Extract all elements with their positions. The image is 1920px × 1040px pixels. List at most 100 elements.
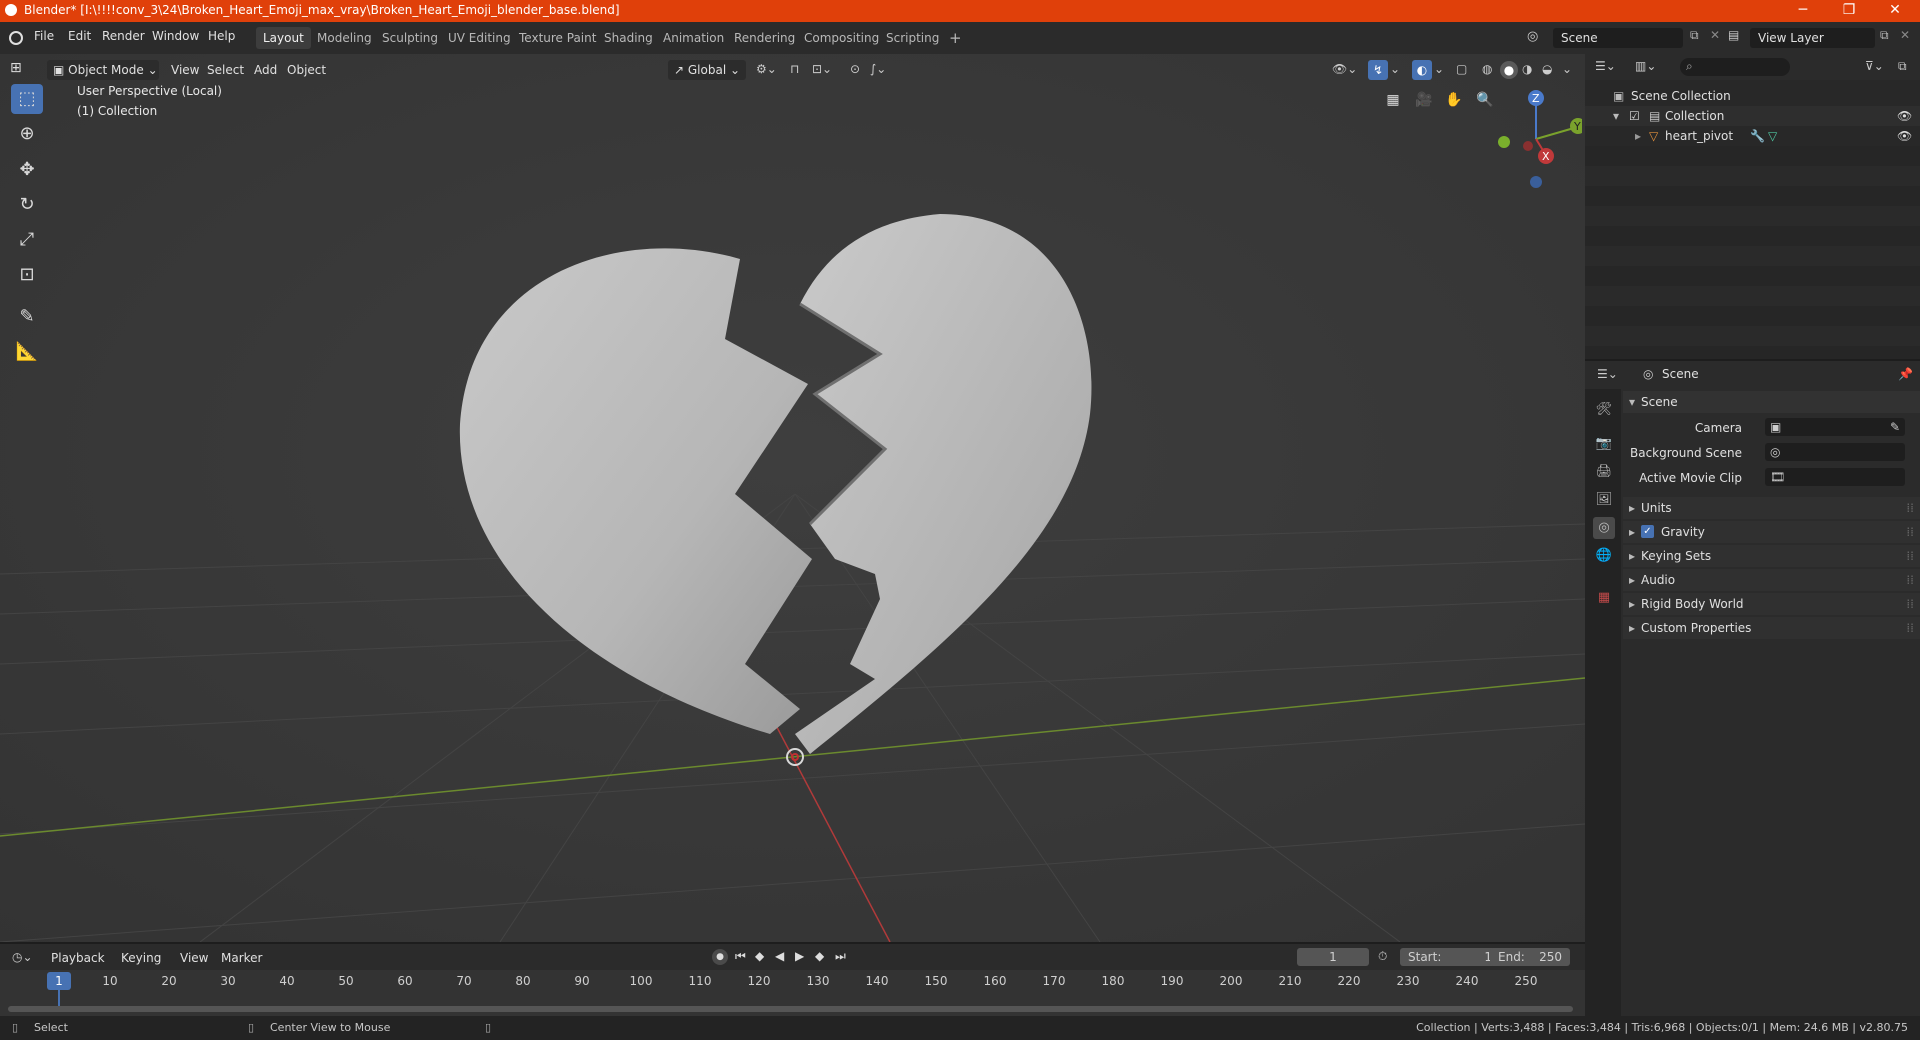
menu-window[interactable]: Window [152, 29, 199, 43]
gravity-panel-header[interactable]: ▸ ✓ Gravity ⁞⁞ [1623, 521, 1920, 543]
material-shading-icon[interactable]: ◑ [1522, 62, 1532, 76]
gizmo-toggle-icon[interactable]: ↯ [1368, 60, 1388, 80]
current-frame-field[interactable]: 1 [1297, 948, 1369, 966]
rendered-shading-icon[interactable]: ◒ [1542, 62, 1552, 76]
filter-icon[interactable]: ⊽⌄ [1865, 59, 1884, 73]
gizmo-neg-z-icon[interactable] [1530, 176, 1542, 188]
new-view-layer-icon[interactable]: ⧉ [1880, 28, 1889, 43]
snap-target-icon[interactable]: ⊡⌄ [812, 62, 832, 76]
viewport-menu-add[interactable]: Add [249, 60, 282, 80]
tab-shading[interactable]: Shading [597, 27, 660, 49]
proportional-edit-icon[interactable]: ⊙ [850, 62, 860, 76]
viewport-menu-object[interactable]: Object [282, 60, 331, 80]
menu-edit[interactable]: Edit [68, 29, 91, 43]
wireframe-shading-icon[interactable]: ◍ [1482, 62, 1492, 76]
tool-tab-icon[interactable]: 🛠 [1593, 399, 1615, 421]
gizmo-dropdown-icon[interactable]: ⌄ [1390, 62, 1400, 76]
tab-sculpting[interactable]: Sculpting [375, 27, 445, 49]
gizmo-neg-x-icon[interactable] [1523, 141, 1533, 151]
remove-scene-icon[interactable]: ✕ [1710, 28, 1720, 42]
measure-tool-icon[interactable]: 📐 [11, 337, 43, 367]
object-mode-dropdown[interactable]: ▣ Object Mode ⌄ [47, 60, 159, 80]
tab-compositing[interactable]: Compositing [797, 27, 886, 49]
blender-menu-icon[interactable] [9, 31, 23, 45]
shading-dropdown-icon[interactable]: ⌄ [1562, 62, 1572, 76]
end-frame-field[interactable]: End: 250 [1490, 948, 1570, 966]
maximize-button[interactable]: ❐ [1826, 0, 1872, 22]
jump-end-button[interactable]: ⏭ [835, 949, 846, 964]
output-tab-icon[interactable]: 🖨 [1593, 461, 1615, 483]
world-tab-icon[interactable]: 🌐 [1593, 545, 1615, 567]
view-layer-field[interactable]: View Layer [1750, 28, 1875, 48]
menu-render[interactable]: Render [102, 29, 145, 43]
expand-arrow-icon[interactable]: ▸ [1635, 126, 1641, 146]
select-box-tool-icon[interactable]: ⬚ [11, 84, 43, 114]
close-button[interactable]: ✕ [1872, 0, 1918, 22]
next-keyframe-button[interactable]: ◆ [815, 949, 824, 963]
timeline-menu-marker[interactable]: Marker [216, 948, 267, 968]
background-scene-field[interactable]: ◎ [1765, 443, 1905, 461]
pivot-point-icon[interactable]: ⚙⌄ [756, 62, 777, 76]
add-workspace-button[interactable]: + [942, 27, 969, 49]
tab-scripting[interactable]: Scripting [879, 27, 946, 49]
drag-handle-icon[interactable]: ⁞⁞ [1906, 593, 1914, 615]
properties-editor-icon[interactable]: ☰⌄ [1597, 367, 1618, 381]
scene-field[interactable]: Scene [1553, 28, 1683, 48]
start-frame-field[interactable]: Start: 1 [1400, 948, 1500, 966]
camera-field[interactable]: ▣ ✎ [1765, 418, 1905, 436]
tab-animation[interactable]: Animation [656, 27, 731, 49]
tab-rendering[interactable]: Rendering [727, 27, 802, 49]
timeline-menu-view[interactable]: View [175, 948, 213, 968]
collection-checkbox-icon[interactable]: ☑ [1629, 106, 1640, 126]
drag-handle-icon[interactable]: ⁞⁞ [1906, 497, 1914, 519]
tab-layout[interactable]: Layout [256, 27, 311, 49]
minimize-button[interactable]: ─ [1780, 0, 1826, 22]
falloff-icon[interactable]: ∫⌄ [870, 62, 886, 76]
render-tab-icon[interactable]: 📷 [1593, 433, 1615, 455]
scene-icon[interactable]: ◎ [1527, 29, 1545, 47]
navigation-gizmo[interactable]: Z Y X [1492, 84, 1582, 194]
menu-file[interactable]: File [34, 29, 54, 43]
custom-properties-panel-header[interactable]: ▸ Custom Properties ⁞⁞ [1623, 617, 1920, 639]
view-layer-tab-icon[interactable]: 🖼 [1593, 489, 1615, 511]
prev-keyframe-button[interactable]: ◆ [755, 949, 764, 963]
editor-type-icon[interactable]: ⊞ [10, 60, 22, 76]
3d-viewport[interactable]: ⊞ ▣ Object Mode ⌄ View Select Add Object… [0, 54, 1585, 942]
outliner-row-scene-collection[interactable]: ▣ Scene Collection [1585, 86, 1920, 106]
stopwatch-icon[interactable]: ⏱ [1378, 949, 1387, 964]
collection-eye-icon[interactable]: 👁 [1897, 106, 1912, 126]
scale-tool-icon[interactable]: ⤢ [11, 225, 43, 255]
remove-view-layer-icon[interactable]: ✕ [1900, 28, 1910, 42]
display-mode-icon[interactable]: ▥⌄ [1635, 59, 1656, 73]
texture-tab-icon[interactable]: ▦ [1593, 587, 1615, 609]
pan-hand-icon[interactable]: ✋ [1442, 88, 1466, 112]
mesh-data-icon[interactable]: ▽ [1768, 126, 1777, 146]
menu-help[interactable]: Help [208, 29, 235, 43]
timeline-editor-icon[interactable]: ◷⌄ [12, 950, 33, 964]
outliner-row-heart-pivot[interactable]: ▸ ▽ heart_pivot 🔧 ▽ 👁 [1585, 126, 1920, 146]
play-button[interactable]: ▶ [795, 949, 804, 963]
scene-tab-icon[interactable]: ◎ [1593, 517, 1615, 539]
tab-uv-editing[interactable]: UV Editing [441, 27, 518, 49]
viewport-menu-select[interactable]: Select [202, 60, 249, 80]
modifier-wrench-icon[interactable]: 🔧 [1750, 126, 1765, 146]
transform-orientation-dropdown[interactable]: ↗ Global ⌄ [668, 60, 746, 80]
timeline-menu-playback[interactable]: Playback [46, 948, 110, 968]
new-collection-icon[interactable]: ⧉ [1898, 59, 1907, 74]
overlays-toggle-icon[interactable]: ◐ [1412, 60, 1432, 80]
drag-handle-icon[interactable]: ⁞⁞ [1906, 617, 1914, 639]
gizmo-neg-y-icon[interactable] [1498, 136, 1510, 148]
timeline-menu-keying[interactable]: Keying [116, 948, 166, 968]
object-eye-icon[interactable]: 👁 [1897, 126, 1912, 146]
units-panel-header[interactable]: ▸ Units ⁞⁞ [1623, 497, 1920, 519]
annotate-tool-icon[interactable]: ✎ [11, 302, 43, 332]
move-tool-icon[interactable]: ✥ [11, 155, 43, 185]
play-reverse-button[interactable]: ◀ [775, 949, 784, 963]
timeline-scrollbar[interactable] [8, 1006, 1573, 1012]
tab-modeling[interactable]: Modeling [310, 27, 379, 49]
view-layer-icon[interactable]: ▤ [1728, 28, 1739, 42]
solid-shading-icon[interactable]: ● [1500, 61, 1518, 79]
tab-texture-paint[interactable]: Texture Paint [512, 27, 603, 49]
keying-sets-panel-header[interactable]: ▸ Keying Sets ⁞⁞ [1623, 545, 1920, 567]
visibility-icon[interactable]: 👁⌄ [1332, 62, 1357, 76]
